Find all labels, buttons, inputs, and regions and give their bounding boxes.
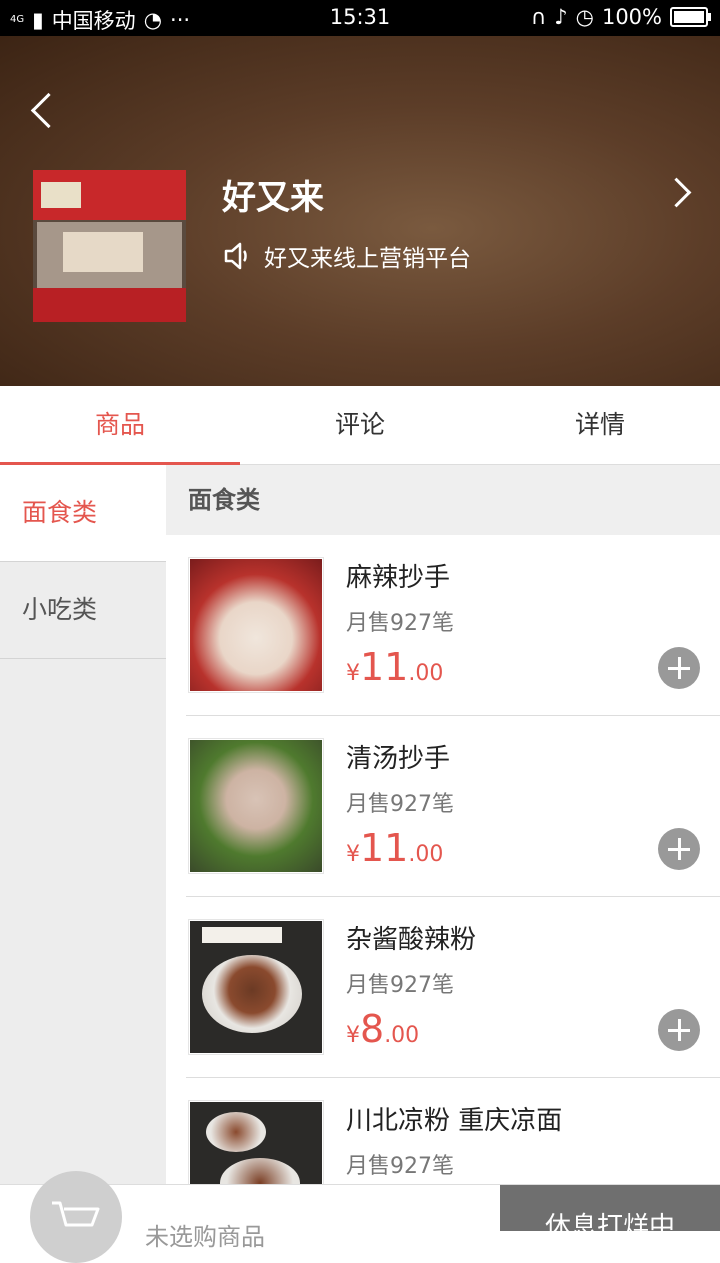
- product-sales: 月售927笔: [346, 792, 454, 817]
- battery-icon: [670, 7, 711, 27]
- back-button[interactable]: [28, 92, 58, 132]
- battery-percent: 100%: [601, 5, 662, 29]
- product-image: [188, 1100, 324, 1185]
- notice-text: 好又来线上营销平台: [264, 246, 471, 272]
- shop-notice: 好又来线上营销平台: [222, 239, 471, 273]
- tab-bar: 商品 评论 详情: [0, 386, 720, 465]
- sidebar-item-snacks[interactable]: 小吃类: [0, 562, 166, 659]
- cart-icon: [52, 1201, 100, 1227]
- cart-hint: 未选购商品: [145, 1223, 265, 1251]
- tab-reviews[interactable]: 评论: [240, 386, 480, 464]
- product-name: 川北凉粉 重庆凉面: [346, 1106, 563, 1136]
- product-sales: 月售927笔: [346, 973, 454, 998]
- mute-icon: ♪: [554, 5, 568, 29]
- product-sales: 月售927笔: [346, 1154, 454, 1179]
- tab-details[interactable]: 详情: [480, 386, 720, 464]
- category-heading: 面食类: [166, 465, 720, 535]
- product-name: 杂酱酸辣粉: [346, 925, 477, 955]
- product-image: [188, 919, 324, 1055]
- product-sales: 月售927笔: [346, 611, 454, 636]
- cart-button[interactable]: [30, 1171, 122, 1263]
- checkout-button[interactable]: 休息打烊中: [500, 1185, 720, 1231]
- product-price: ¥11.00: [346, 645, 444, 689]
- product-price: ¥11.00: [346, 826, 444, 870]
- product-list: 面食类 麻辣抄手 月售927笔 ¥11.00 清汤抄手 月售927笔 ¥11.0…: [166, 465, 720, 1185]
- list-item[interactable]: 杂酱酸辣粉 月售927笔 ¥8.00: [186, 897, 720, 1078]
- product-image: [188, 738, 324, 874]
- category-sidebar: 面食类 小吃类: [0, 465, 167, 1230]
- shop-header: 好又来 好又来线上营销平台: [0, 36, 720, 386]
- speaker-icon: [224, 242, 247, 270]
- product-image: [188, 557, 324, 693]
- product-name: 麻辣抄手: [346, 563, 451, 593]
- list-item[interactable]: 麻辣抄手 月售927笔 ¥11.00: [186, 535, 720, 716]
- shop-name: 好又来: [222, 178, 324, 218]
- add-to-cart-button[interactable]: [658, 828, 700, 870]
- shop-detail-arrow[interactable]: [666, 174, 692, 210]
- list-item[interactable]: 川北凉粉 重庆凉面 月售927笔: [186, 1078, 720, 1185]
- list-item[interactable]: 清汤抄手 月售927笔 ¥11.00: [186, 716, 720, 897]
- shop-photo: [33, 170, 186, 322]
- sidebar-item-noodles[interactable]: 面食类: [0, 465, 166, 562]
- add-to-cart-button[interactable]: [658, 1009, 700, 1051]
- add-to-cart-button[interactable]: [658, 647, 700, 689]
- alarm-icon: ◷: [575, 5, 594, 29]
- headset-icon: ∩: [530, 5, 547, 29]
- tab-products[interactable]: 商品: [0, 386, 240, 465]
- cart-bar: 未选购商品 休息打烊中: [0, 1171, 720, 1263]
- product-price: ¥8.00: [346, 1007, 420, 1051]
- status-bar: 4G ▮ 中国移动 ◔ ··· 15:31 ∩ ♪ ◷ 100%: [0, 0, 720, 36]
- product-name: 清汤抄手: [346, 744, 451, 774]
